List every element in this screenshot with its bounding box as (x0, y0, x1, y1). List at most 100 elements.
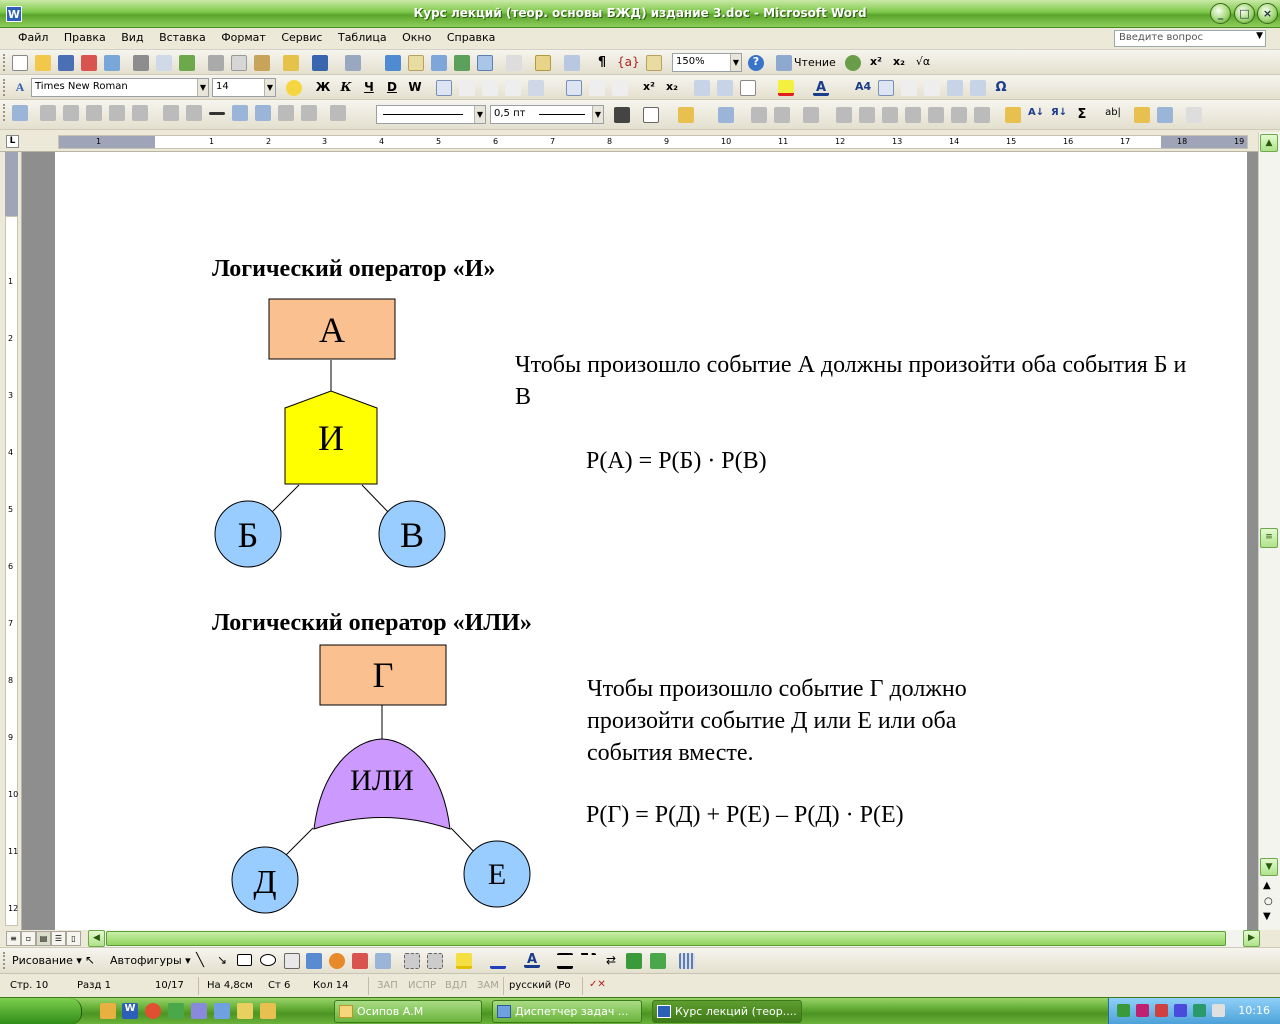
line-double-icon[interactable] (924, 80, 940, 96)
eraser-icon[interactable] (1186, 107, 1202, 123)
paragraph-double-icon[interactable] (612, 80, 628, 96)
diagram-icon[interactable] (329, 953, 345, 969)
open-folder-icon[interactable] (35, 55, 51, 71)
insert-field-icon[interactable] (970, 80, 986, 96)
paste-icon[interactable] (254, 55, 270, 71)
cut-icon[interactable] (208, 55, 224, 71)
close-button[interactable]: × (1257, 3, 1278, 24)
app-quicklaunch-icon[interactable] (260, 1003, 276, 1019)
double-underline-icon[interactable]: D (384, 80, 400, 96)
line-style-icon[interactable] (209, 112, 225, 115)
menu-view[interactable]: Вид (115, 28, 149, 44)
superscript-icon[interactable]: x² (641, 80, 657, 96)
draw-table-icon[interactable] (1134, 107, 1150, 123)
spelling-icon[interactable] (179, 55, 195, 71)
subscript-icon[interactable]: x₂ (664, 80, 680, 96)
outside-border-icon[interactable] (643, 107, 659, 123)
show-formatting-icon[interactable]: ¶ (594, 55, 610, 71)
print-icon[interactable] (133, 55, 149, 71)
wordart-icon[interactable] (306, 953, 322, 969)
autosum-icon[interactable]: Σ (1074, 107, 1090, 123)
group-icon[interactable] (404, 953, 420, 969)
3d-style-icon[interactable] (650, 953, 666, 969)
scroll-thumb[interactable]: ≡ (1260, 528, 1278, 548)
line-style-select[interactable]: ▼ (376, 105, 486, 124)
font-color-icon[interactable]: A (524, 952, 540, 968)
font-color-icon[interactable]: A (813, 80, 829, 96)
scroll-down-button[interactable]: ▼ (1260, 858, 1278, 876)
menu-edit[interactable]: Правка (58, 28, 112, 44)
split-cells-icon[interactable] (774, 107, 790, 123)
browse-object-icon[interactable]: ○ (1264, 896, 1273, 907)
align-left-icon[interactable] (436, 80, 452, 96)
volume-icon[interactable] (1212, 1004, 1225, 1017)
toolbar-grip[interactable] (3, 952, 6, 969)
font-size-select[interactable]: 14 ▼ (212, 78, 276, 97)
reset-picture-icon[interactable] (330, 105, 346, 121)
contrast-up-icon[interactable] (63, 105, 79, 121)
smiley-icon[interactable] (286, 80, 302, 96)
insert-excel-icon[interactable] (454, 55, 470, 71)
equation-icon[interactable]: √α (914, 55, 932, 71)
toolbar-grip[interactable] (3, 54, 6, 71)
distribute-rows-icon[interactable] (836, 107, 852, 123)
borders-icon[interactable] (740, 80, 756, 96)
maximize-button[interactable]: □ (1234, 3, 1255, 24)
align-right-icon[interactable] (482, 80, 498, 96)
table-grid-icon[interactable] (1157, 107, 1173, 123)
merge-cells-icon[interactable] (751, 107, 767, 123)
columns-icon[interactable] (477, 55, 493, 71)
minimize-button[interactable]: _ (1210, 3, 1231, 24)
superscript-icon[interactable]: x² (868, 55, 884, 71)
line-style-icon[interactable] (557, 953, 573, 969)
help-icon[interactable]: ? (748, 55, 764, 71)
text-direction-icon[interactable]: ab| (1105, 107, 1121, 123)
line-spacing-icon[interactable] (528, 80, 544, 96)
vertical-scrollbar[interactable]: ▲ ≡ ▼ ▲ ○ ▼ (1258, 132, 1280, 930)
grid-icon[interactable] (679, 953, 695, 969)
menu-window[interactable]: Окно (396, 28, 437, 44)
next-page-icon[interactable]: ▼ (1263, 911, 1271, 922)
reading-view-icon[interactable]: ▯ (66, 931, 81, 946)
zoom-select[interactable]: 150% ▼ (672, 53, 742, 72)
previous-page-icon[interactable]: ▲ (1263, 880, 1271, 891)
redo-icon[interactable] (345, 55, 361, 71)
tables-borders-icon[interactable] (408, 55, 424, 71)
document-page[interactable]: Логический оператор «И» А И Б В Чтобы пр… (55, 152, 1247, 930)
align-cell-icon[interactable] (803, 107, 819, 123)
draw-menu-button[interactable]: Рисование ▾ (12, 954, 82, 967)
undo-icon[interactable] (312, 55, 328, 71)
menu-insert[interactable]: Вставка (153, 28, 212, 44)
print-preview-icon[interactable] (156, 55, 172, 71)
scroll-up-button[interactable]: ▲ (1260, 134, 1278, 152)
insert-table-icon[interactable] (431, 55, 447, 71)
document-map-icon[interactable] (535, 55, 551, 71)
justify-icon[interactable] (505, 80, 521, 96)
line-border-icon[interactable] (878, 80, 894, 96)
word-underline-icon[interactable]: W (407, 80, 423, 96)
tab-selector[interactable]: L (6, 135, 19, 148)
clear-formatting-icon[interactable] (1005, 107, 1021, 123)
status-extend[interactable]: ВДЛ (445, 980, 467, 991)
app-quicklaunch-icon[interactable] (214, 1003, 230, 1019)
dash-style-icon[interactable] (580, 953, 596, 969)
ask-question-box[interactable]: Введите вопрос ▼ (1114, 30, 1266, 47)
paragraph-line-icon[interactable] (589, 80, 605, 96)
line-icon[interactable]: ╲ (192, 953, 208, 969)
tray-icon[interactable] (1193, 1004, 1206, 1017)
menu-format[interactable]: Формат (215, 28, 272, 44)
new-document-icon[interactable] (12, 55, 28, 71)
taskbar-item-task-manager[interactable]: Диспетчер задач ... (492, 1000, 642, 1023)
outline-view-icon[interactable]: ☰ (51, 931, 66, 946)
status-overtype[interactable]: ЗАМ (477, 980, 499, 991)
line-weight-select[interactable]: 0,5 пт ▼ (490, 105, 604, 124)
start-button[interactable] (0, 998, 82, 1024)
app-quicklaunch-icon[interactable] (168, 1003, 184, 1019)
border-color-icon[interactable] (614, 107, 630, 123)
picture-icon[interactable] (375, 953, 391, 969)
text-box-icon[interactable] (284, 953, 300, 969)
tray-icon[interactable] (1155, 1004, 1168, 1017)
text-wrap-icon[interactable] (255, 105, 271, 121)
brightness-down-icon[interactable] (132, 105, 148, 121)
line-color-icon[interactable] (490, 953, 506, 969)
